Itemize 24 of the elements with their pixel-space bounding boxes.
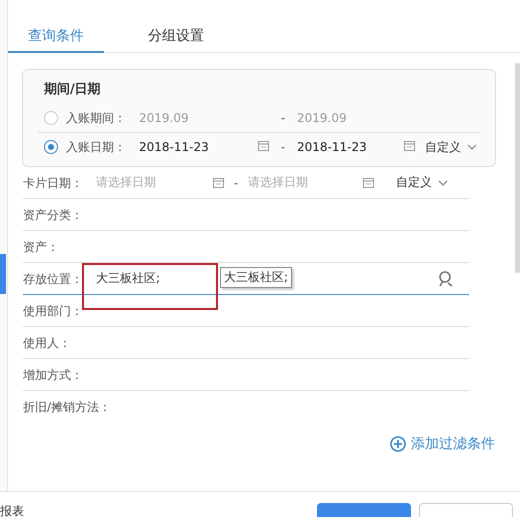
- field-label: 资产分类：: [23, 206, 84, 222]
- field-label: 使用部门：: [23, 302, 84, 318]
- date-value[interactable]: 2018-11-23: [297, 140, 404, 154]
- add-filter-link[interactable]: 添加过滤条件: [390, 435, 495, 453]
- range-separator: -: [232, 176, 240, 190]
- date-value[interactable]: 2018-11-23: [139, 140, 258, 154]
- tooltip: 大三板社区;: [220, 267, 292, 288]
- field-label: 存放位置：: [23, 270, 84, 286]
- card-title: 期间/日期: [44, 81, 102, 99]
- field-label: 卡片日期：: [23, 174, 84, 190]
- field-label: 增加方式：: [23, 366, 84, 382]
- field-label: 资产：: [23, 238, 60, 254]
- field-value[interactable]: 大三板社区;: [96, 270, 160, 287]
- tab[interactable]: 查询条件: [8, 20, 104, 53]
- range-separator: -: [280, 140, 286, 154]
- mode-dropdown[interactable]: 自定义: [425, 138, 477, 156]
- mode-dropdown[interactable]: 自定义: [396, 174, 448, 191]
- field-label: 入账期间：: [66, 110, 127, 126]
- range-separator: -: [280, 111, 286, 125]
- field-label: 入账日期：: [66, 139, 127, 155]
- tab[interactable]: 分组设置: [128, 20, 224, 53]
- field-label: 使用人：: [23, 334, 72, 350]
- field-label: 折旧/摊销方法：: [23, 399, 112, 415]
- footer-text: 报表: [0, 504, 24, 517]
